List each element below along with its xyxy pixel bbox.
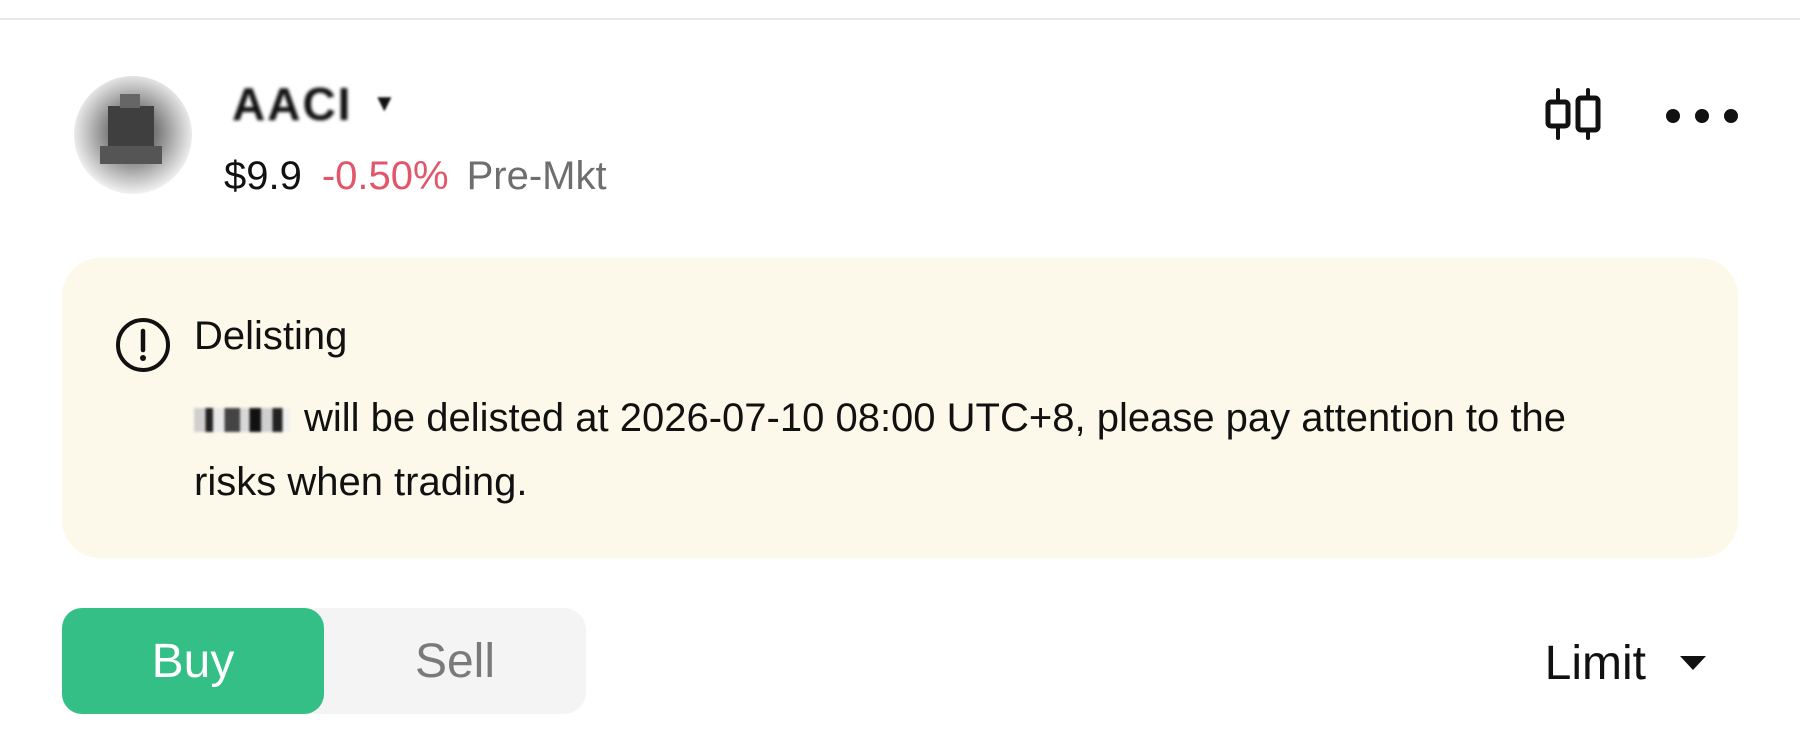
exclamation-circle-icon [114,316,172,374]
caret-down-icon [1680,656,1706,670]
top-divider [0,18,1800,20]
price-change-percent: -0.50% [321,154,449,198]
market-session-label: Pre-Mkt [466,154,607,198]
last-price: $9.9 [224,154,302,198]
delisting-notice: Delisting will be delisted at 2026-07-10… [62,258,1738,558]
notice-title: Delisting [194,314,348,358]
redacted-ticker [194,408,290,433]
candlestick-chart-icon[interactable] [1542,88,1604,140]
more-options-icon[interactable] [1666,96,1738,136]
buy-sell-toggle: Buy Sell [62,608,586,714]
ticker-selector[interactable]: AACI ▼ [232,78,396,130]
notice-message: will be delisted at 2026-07-10 08:00 UTC… [194,386,1654,514]
notice-message-text: will be delisted at 2026-07-10 08:00 UTC… [194,396,1566,504]
sell-tab[interactable]: Sell [324,608,586,714]
order-type-dropdown[interactable]: Limit [1545,628,1706,698]
ticker-symbol: AACI [232,78,353,130]
quote-row: $9.9 -0.50% Pre-Mkt [224,154,607,199]
buy-tab[interactable]: Buy [62,608,324,714]
order-type-label: Limit [1544,636,1646,690]
stock-logo-avatar [74,76,192,194]
ticker-caret-icon: ▼ [372,90,397,117]
stock-header: AACI ▼ $9.9 -0.50% Pre-Mkt [62,72,1738,212]
